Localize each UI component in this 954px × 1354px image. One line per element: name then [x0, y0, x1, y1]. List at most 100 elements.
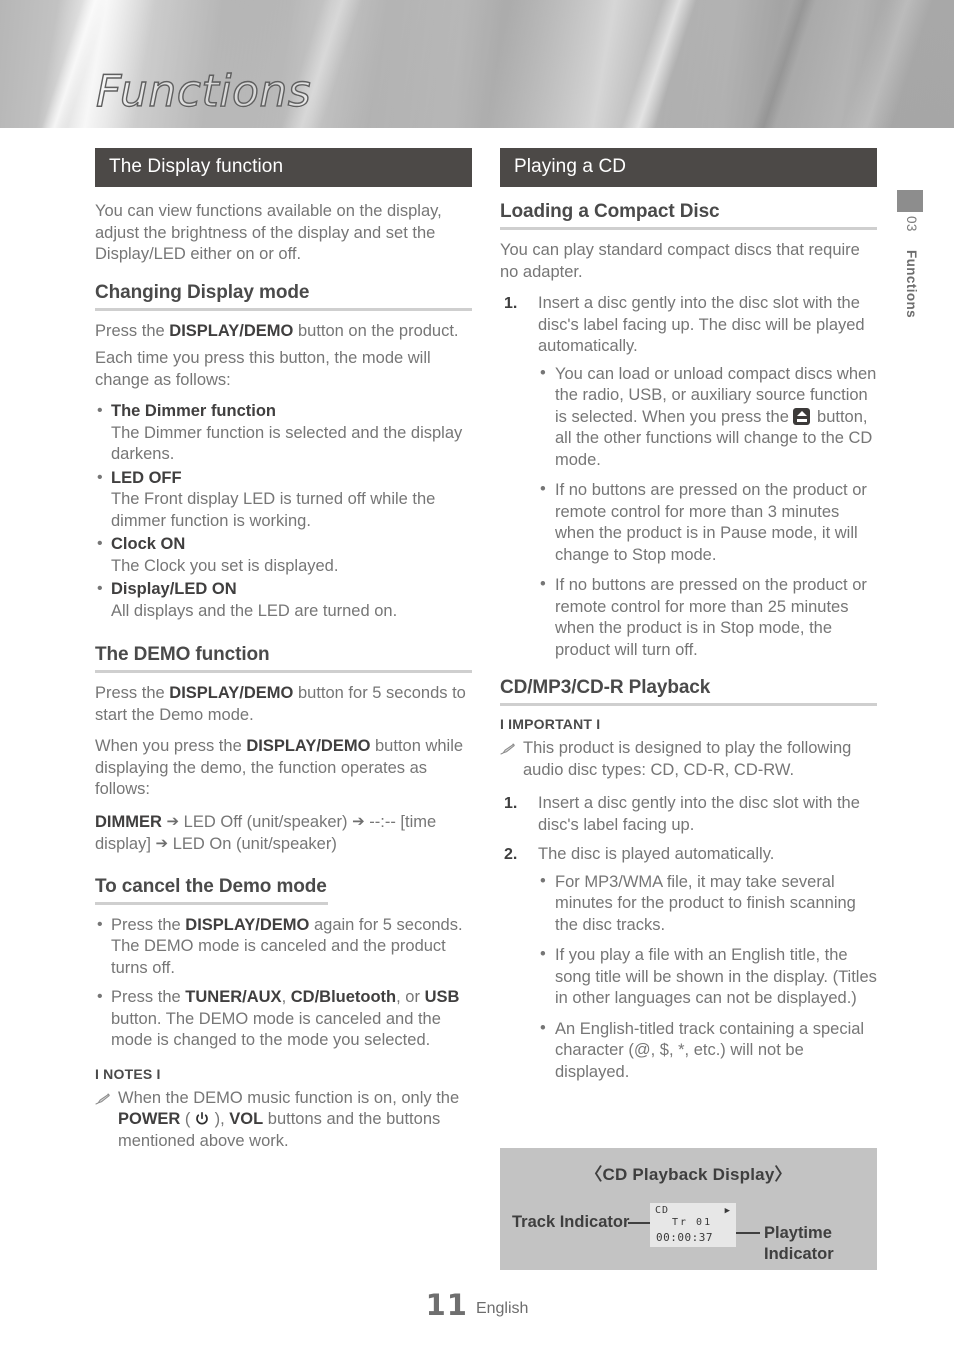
text-bold-display-demo: DISPLAY/DEMO — [169, 321, 294, 340]
figure-body: Track Indicator CD ▶ Tr 01 00:00:37 Play… — [500, 1185, 877, 1267]
text-pre: Press the — [111, 915, 186, 934]
demo-function-p2: When you press the DISPLAY/DEMO button w… — [95, 736, 472, 801]
bullet-text: The Clock you set is displayed. — [111, 556, 339, 575]
loading-disc-sub-bullets: You can load or unload compact discs whe… — [538, 363, 877, 662]
heading-rule — [95, 901, 328, 905]
pencil-icon — [500, 742, 515, 760]
list-item: You can load or unload compact discs whe… — [538, 363, 877, 472]
leader-line-right — [736, 1232, 760, 1234]
list-item: Clock ON The Clock you set is displayed. — [95, 533, 472, 577]
important-row: This product is designed to play the fol… — [500, 738, 877, 781]
bullet-heading: Clock ON — [111, 535, 186, 553]
arrow-icon: ➔ — [166, 812, 180, 830]
cd-playback-sub-bullets: For MP3/WMA file, it may take several mi… — [538, 871, 877, 1084]
left-column: The Display function You can view functi… — [95, 148, 472, 1152]
figure-label-playtime-indicator: Playtime Indicator — [764, 1223, 834, 1265]
demo-function-flow: DIMMER ➔ LED Off (unit/speaker) ➔ --:-- … — [95, 811, 472, 856]
figure-label-track-indicator: Track Indicator — [512, 1213, 630, 1231]
notes-title: I NOTES I — [95, 1065, 161, 1082]
page-language: English — [475, 1300, 529, 1317]
important-title: I IMPORTANT I — [500, 716, 601, 732]
text-pre: Press the — [111, 988, 186, 1006]
heading-rule — [95, 307, 472, 311]
display-function-intro: You can view functions available on the … — [95, 202, 442, 263]
text-bold-display-demo: DISPLAY/DEMO — [246, 737, 371, 755]
notes-row: When the DEMO music function is on, only… — [95, 1088, 472, 1153]
lcd-time-text: 00:00:37 — [656, 1231, 713, 1244]
text-mid: , — [281, 988, 291, 1006]
text-pre: When the DEMO music function is on, only… — [118, 1088, 460, 1107]
text-mid-2: ), — [210, 1110, 230, 1128]
text-bold-cd-bluetooth: CD/Bluetooth — [290, 988, 397, 1006]
list-item: If you play a file with an English title… — [538, 944, 877, 1010]
chapter-title: Functions — [95, 65, 312, 117]
heading-cancel-demo-mode: To cancel the Demo mode — [95, 875, 327, 897]
power-icon — [195, 1111, 210, 1126]
flow-text-3: LED On (unit/speaker) — [168, 835, 337, 853]
cd-playback-display-figure: 〈CD Playback Display〉 Track Indicator CD… — [500, 1148, 877, 1270]
bullet-heading: LED OFF — [111, 468, 182, 487]
banner-streak — [727, 0, 837, 128]
side-tab-marker — [897, 190, 923, 212]
text-bold-vol: VOL — [229, 1110, 264, 1128]
demo-function-p1: Press the DISPLAY/DEMO button for 5 seco… — [95, 683, 472, 726]
page-number: 11 — [425, 1288, 468, 1322]
bullet-heading: The Dimmer function — [111, 402, 277, 420]
text-bold-tuner-aux: TUNER/AUX — [185, 988, 282, 1006]
section-header-display-function: The Display function — [95, 148, 472, 187]
text-bold-usb: USB — [424, 988, 460, 1006]
bullet-heading: Display/LED ON — [111, 580, 237, 598]
text-post: button. The DEMO mode is canceled and th… — [111, 1009, 441, 1050]
page-footer: 11 English — [0, 1288, 954, 1322]
heading-demo-function: The DEMO function — [95, 644, 270, 665]
heading-changing-display-mode: Changing Display mode — [95, 281, 310, 303]
text-bold-power: POWER — [118, 1110, 181, 1128]
text-pre: Press the — [95, 321, 170, 340]
arrow-icon: ➔ — [352, 812, 365, 830]
changing-display-mode-p1: Press the DISPLAY/DEMO button on the pro… — [95, 321, 472, 343]
text-bold-display-demo: DISPLAY/DEMO — [169, 684, 294, 702]
text-mid: , or — [396, 988, 425, 1006]
list-item: If no buttons are pressed on the product… — [538, 479, 877, 566]
list-item: Insert a disc gently into the disc slot … — [500, 293, 877, 661]
text-mid: ( — [180, 1110, 196, 1128]
heading-rule — [500, 227, 877, 230]
side-tab-number: 03 — [904, 216, 919, 232]
heading-loading-compact-disc: Loading a Compact Disc — [500, 201, 720, 222]
play-icon: ▶ — [724, 1206, 730, 1216]
arrow-icon: ➔ — [155, 835, 169, 852]
text-pre: Press the — [95, 684, 170, 702]
right-column: Playing a CD Loading a Compact Disc You … — [500, 148, 877, 1092]
notes-text: When the DEMO music function is on, only… — [118, 1088, 472, 1153]
side-tab: 03 Functions — [897, 212, 923, 402]
changing-display-mode-p2: Each time you press this button, the mod… — [95, 349, 431, 389]
list-item: Insert a disc gently into the disc slot … — [504, 793, 860, 834]
list-item: LED OFF The Front display LED is turned o… — [95, 467, 472, 533]
heading-cd-mp3-cdr-playback: CD/MP3/CD-R Playback — [500, 677, 711, 698]
banner-streak — [817, 0, 953, 128]
lcd-display: CD ▶ Tr 01 00:00:37 — [650, 1203, 736, 1247]
list-item: Display/LED ON All displays and the LED a… — [95, 578, 472, 622]
section-header-playing-a-cd: Playing a CD — [500, 148, 877, 187]
list-item: For MP3/WMA file, it may take several mi… — [538, 871, 877, 937]
text-post: button on the product. — [293, 321, 459, 340]
bullet-text: The Dimmer function is selected and the … — [111, 423, 463, 464]
eject-icon — [793, 407, 811, 425]
bullet-text: All displays and the LED are turned on. — [111, 601, 398, 620]
banner-streak — [597, 0, 717, 128]
numbered-item-text: Insert a disc gently into the disc slot … — [538, 294, 865, 355]
playtime-line-2: Indicator — [764, 1245, 834, 1263]
flow-text-1: LED Off (unit/speaker) — [179, 812, 353, 831]
cancel-demo-bullet-list: Press the DISPLAY/DEMO again for 5 secon… — [95, 914, 472, 1052]
text-bold-dimmer: DIMMER — [95, 812, 162, 831]
important-text: This product is designed to play the fol… — [523, 739, 852, 779]
lcd-track-text: Tr 01 — [672, 1217, 713, 1228]
loading-disc-intro: You can play standard compact discs that… — [500, 241, 860, 281]
figure-title: 〈CD Playback Display〉 — [585, 1165, 792, 1184]
list-item: The Dimmer function The Dimmer function i… — [95, 400, 472, 466]
heading-rule — [500, 703, 877, 706]
bullet-text: The Front display LED is turned off whil… — [111, 490, 436, 530]
list-item: An English-titled track containing a spe… — [538, 1018, 877, 1084]
leader-line-left — [628, 1222, 652, 1224]
text-bold-display-demo: DISPLAY/DEMO — [185, 915, 310, 934]
